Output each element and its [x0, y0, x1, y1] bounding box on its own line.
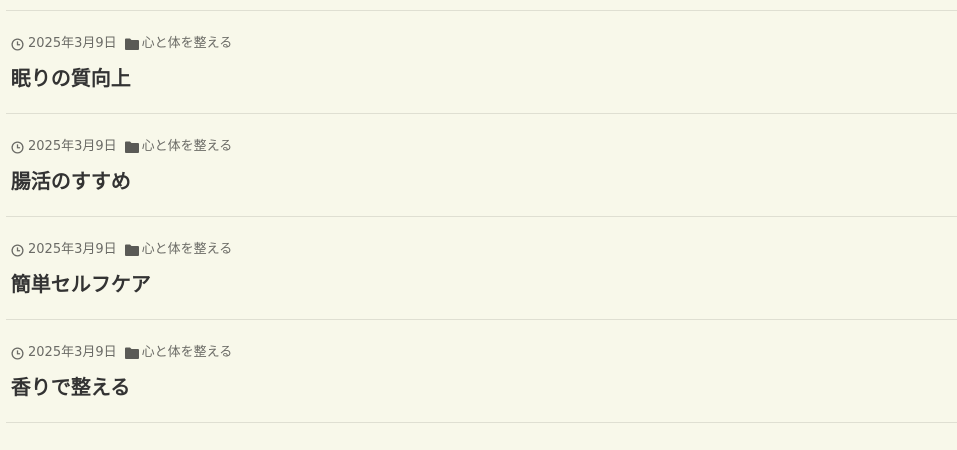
folder-icon — [124, 347, 139, 359]
post-title-link[interactable]: 腸活のすすめ — [11, 170, 131, 192]
clock-icon — [11, 37, 24, 51]
folder-icon — [124, 141, 139, 153]
post-date: 2025年3月9日 — [28, 242, 117, 257]
folder-icon — [124, 38, 139, 50]
post-date: 2025年3月9日 — [28, 36, 117, 51]
post-title-link[interactable]: 香りで整える — [11, 376, 130, 398]
post-title-link[interactable]: 眠りの質向上 — [11, 67, 131, 89]
post-category-link[interactable]: 心と体を整える — [142, 140, 233, 154]
post-title-link[interactable]: 簡単セルフケア — [11, 273, 151, 295]
post-category-link[interactable]: 心と体を整える — [142, 37, 233, 51]
post-category-link[interactable]: 心と体を整える — [142, 243, 233, 257]
clock-icon — [11, 243, 24, 257]
post-meta: 2025年3月9日 心と体を整える — [11, 37, 232, 51]
post-date: 2025年3月9日 — [28, 345, 117, 360]
post-item: 2025年3月9日 心と体を整える 眠りの質向上 — [6, 11, 957, 114]
folder-icon — [124, 244, 139, 256]
post-date: 2025年3月9日 — [28, 139, 117, 154]
post-meta: 2025年3月9日 心と体を整える — [11, 243, 232, 257]
post-item: 2025年3月9日 心と体を整える 簡単セルフケア — [6, 217, 957, 320]
post-list: 2025年3月9日 心と体を整える 眠りの質向上 2025年3月9日 心と体を整… — [6, 10, 957, 423]
clock-icon — [11, 140, 24, 154]
clock-icon — [11, 346, 24, 360]
post-meta: 2025年3月9日 心と体を整える — [11, 140, 232, 154]
post-meta: 2025年3月9日 心と体を整える — [11, 346, 232, 360]
post-item: 2025年3月9日 心と体を整える 香りで整える — [6, 320, 957, 423]
post-category-link[interactable]: 心と体を整える — [142, 346, 233, 360]
post-item: 2025年3月9日 心と体を整える 腸活のすすめ — [6, 114, 957, 217]
